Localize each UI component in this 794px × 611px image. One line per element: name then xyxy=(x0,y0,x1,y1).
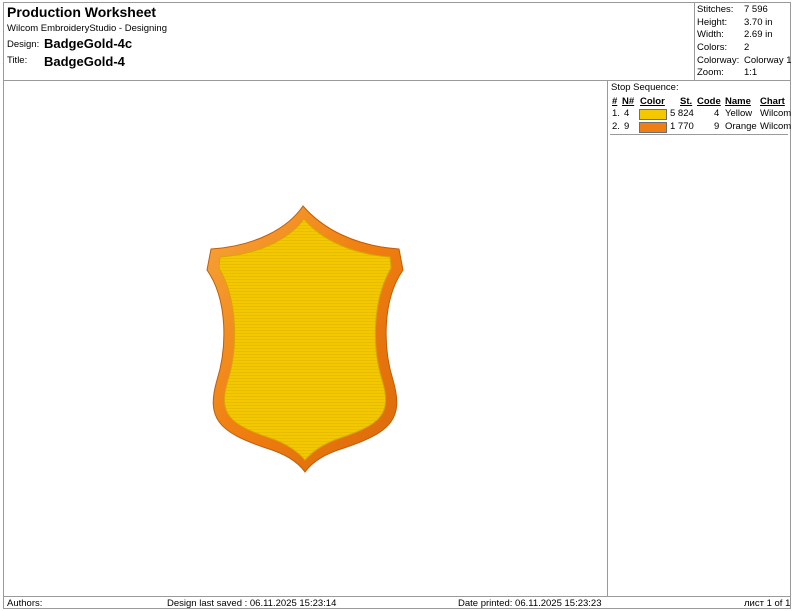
authors-label: Authors: xyxy=(7,598,43,609)
design-canvas xyxy=(4,80,608,596)
stat-label: Stitches: xyxy=(697,4,734,15)
col-header-name: Name xyxy=(725,96,751,107)
row-code: 9 xyxy=(714,121,720,132)
stat-label: Colorway: xyxy=(697,55,740,66)
row-needle: 9 xyxy=(624,121,630,132)
stop-sequence-panel: Stop Sequence: # N# Color St. Code Name … xyxy=(608,80,792,596)
row-color-name: Yellow xyxy=(725,108,753,119)
stat-label: Zoom: xyxy=(697,67,724,78)
col-header-num: # xyxy=(612,96,618,107)
page-number: лист 1 of 1 xyxy=(744,598,791,609)
worksheet-footer: Authors: Design last saved : 06.11.2025 … xyxy=(4,596,790,609)
stat-label: Width: xyxy=(697,29,724,40)
title-label: Title: xyxy=(7,55,28,66)
badge-design-preview xyxy=(206,205,404,473)
row-color-name: Orange xyxy=(725,121,757,132)
row-num: 2. xyxy=(612,121,620,132)
design-stats: Stitches: 7 596 Height: 3.70 in Width: 2… xyxy=(694,3,792,80)
stat-label: Colors: xyxy=(697,42,728,53)
last-saved-date: Design last saved : 06.11.2025 15:23:14 xyxy=(167,598,337,609)
table-row: 1. 4 5 824 4 Yellow Wilcom xyxy=(610,108,792,121)
stat-height: Height: 3.70 in xyxy=(697,17,791,29)
row-stitches: 1 770 xyxy=(670,121,694,132)
col-header-chart: Chart xyxy=(760,96,785,107)
col-header-needle: N# xyxy=(622,96,635,107)
design-title: BadgeGold-4 xyxy=(44,54,125,69)
design-name: BadgeGold-4c xyxy=(44,36,133,51)
row-chart: Wilcom xyxy=(760,121,792,132)
color-swatch xyxy=(639,109,667,120)
header-info: Production Worksheet Wilcom EmbroiderySt… xyxy=(4,3,694,80)
col-header-color: Color xyxy=(640,96,665,107)
stop-sequence-title: Stop Sequence: xyxy=(611,82,679,93)
col-header-code: Code xyxy=(697,96,721,107)
table-row: 2. 9 1 770 9 Orange Wilcom xyxy=(610,121,792,134)
stat-colorway: Colorway: Colorway 1 xyxy=(697,55,792,67)
row-needle: 4 xyxy=(624,108,630,119)
stat-label: Height: xyxy=(697,17,728,28)
row-chart: Wilcom xyxy=(760,108,792,119)
row-code: 4 xyxy=(714,108,720,119)
col-header-stitches: St. xyxy=(680,96,693,107)
stat-value: 2.69 in xyxy=(744,29,773,40)
stat-stitches: Stitches: 7 596 xyxy=(697,4,791,16)
production-worksheet: Production Worksheet Wilcom EmbroiderySt… xyxy=(3,2,792,609)
stop-sequence-table: # N# Color St. Code Name Chart 1. 4 5 82… xyxy=(610,94,792,135)
stat-value: Colorway 1 xyxy=(744,55,792,66)
stat-value: 3.70 in xyxy=(744,17,773,28)
app-subtitle: Wilcom EmbroideryStudio - Designing xyxy=(7,23,167,34)
stat-value: 1:1 xyxy=(744,67,758,78)
worksheet-title: Production Worksheet xyxy=(7,4,157,20)
stat-colors: Colors: 2 xyxy=(697,42,791,54)
badge-fill xyxy=(218,218,392,461)
row-stitches: 5 824 xyxy=(670,108,694,119)
printed-date: Date printed: 06.11.2025 15:23:23 xyxy=(458,598,602,609)
worksheet-header: Production Worksheet Wilcom EmbroiderySt… xyxy=(4,3,792,81)
stat-width: Width: 2.69 in xyxy=(697,29,791,41)
stat-zoom: Zoom: 1:1 xyxy=(697,67,791,79)
stat-value: 2 xyxy=(744,42,750,53)
stat-value: 7 596 xyxy=(744,4,768,15)
color-swatch xyxy=(639,122,667,133)
row-num: 1. xyxy=(612,108,620,119)
design-label: Design: xyxy=(7,39,40,50)
